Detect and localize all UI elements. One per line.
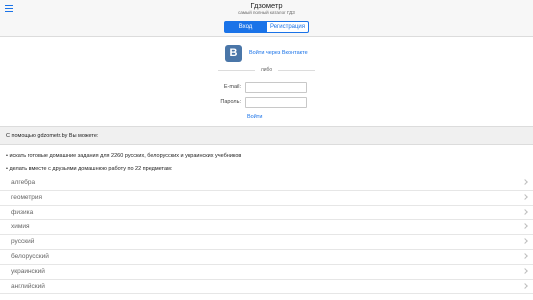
vk-login-link[interactable]: Войти через Вконтакте (249, 50, 308, 56)
subject-label: русский (11, 238, 35, 246)
divider-line-right (278, 70, 315, 71)
info-intro: С помощью gdzometr.by Вы можете: (6, 133, 99, 139)
subject-item-russian[interactable]: русский (0, 235, 533, 250)
subject-item-algebra[interactable]: алгебра (0, 176, 533, 191)
chevron-right-icon (522, 267, 528, 274)
chevron-right-icon (522, 193, 528, 200)
email-field[interactable] (245, 82, 307, 93)
subject-label: украинский (11, 267, 45, 275)
subject-label: английский (11, 282, 45, 290)
subject-label: белорусский (11, 252, 49, 260)
site-subtitle: самый полный каталог ГДЗ (238, 10, 295, 15)
auth-tabs: Вход Регистрация (0, 17, 533, 37)
chevron-right-icon (522, 208, 528, 215)
subject-item-ukrainian[interactable]: украинский (0, 265, 533, 280)
divider-text: либо (260, 67, 273, 73)
vk-logo-icon[interactable]: B (225, 45, 242, 62)
subject-item-geometry[interactable]: геометрия (0, 191, 533, 206)
subject-label: алгебра (11, 179, 36, 186)
subject-item-belarusian[interactable]: белорусский (0, 250, 533, 265)
login-button[interactable]: Войти (247, 114, 262, 120)
tab-register[interactable]: Регистрация (266, 21, 309, 33)
email-label: E-mail: (223, 84, 241, 90)
subject-item-physics[interactable]: физика (0, 206, 533, 221)
info-block: С помощью gdzometr.by Вы можете: (0, 126, 533, 145)
subject-list: алгебра геометрия физика химия русский б… (0, 176, 533, 295)
chevron-right-icon (522, 253, 528, 259)
password-field[interactable] (245, 97, 307, 108)
feature-textbooks: • искать готовые домашние задания для 22… (6, 153, 242, 159)
subject-item-chemistry[interactable]: химия (0, 220, 533, 236)
divider-line-left (218, 70, 255, 71)
header: Гдзометр самый полный каталог ГДЗ (0, 0, 533, 17)
password-label: Пароль: (220, 99, 241, 105)
chevron-right-icon (522, 282, 528, 289)
subject-item-english[interactable]: английский (0, 280, 533, 295)
tab-login[interactable]: Вход (224, 21, 267, 33)
chevron-right-icon (522, 223, 528, 230)
feature-subjects: • делать вместе с друзьями домашнюю рабо… (6, 166, 173, 172)
subject-label: физика (11, 208, 34, 216)
subject-label: химия (11, 223, 30, 231)
chevron-right-icon (522, 238, 528, 245)
subject-label: геометрия (11, 193, 43, 201)
chevron-right-icon (522, 179, 528, 185)
site-title: Гдзометр (250, 1, 283, 10)
